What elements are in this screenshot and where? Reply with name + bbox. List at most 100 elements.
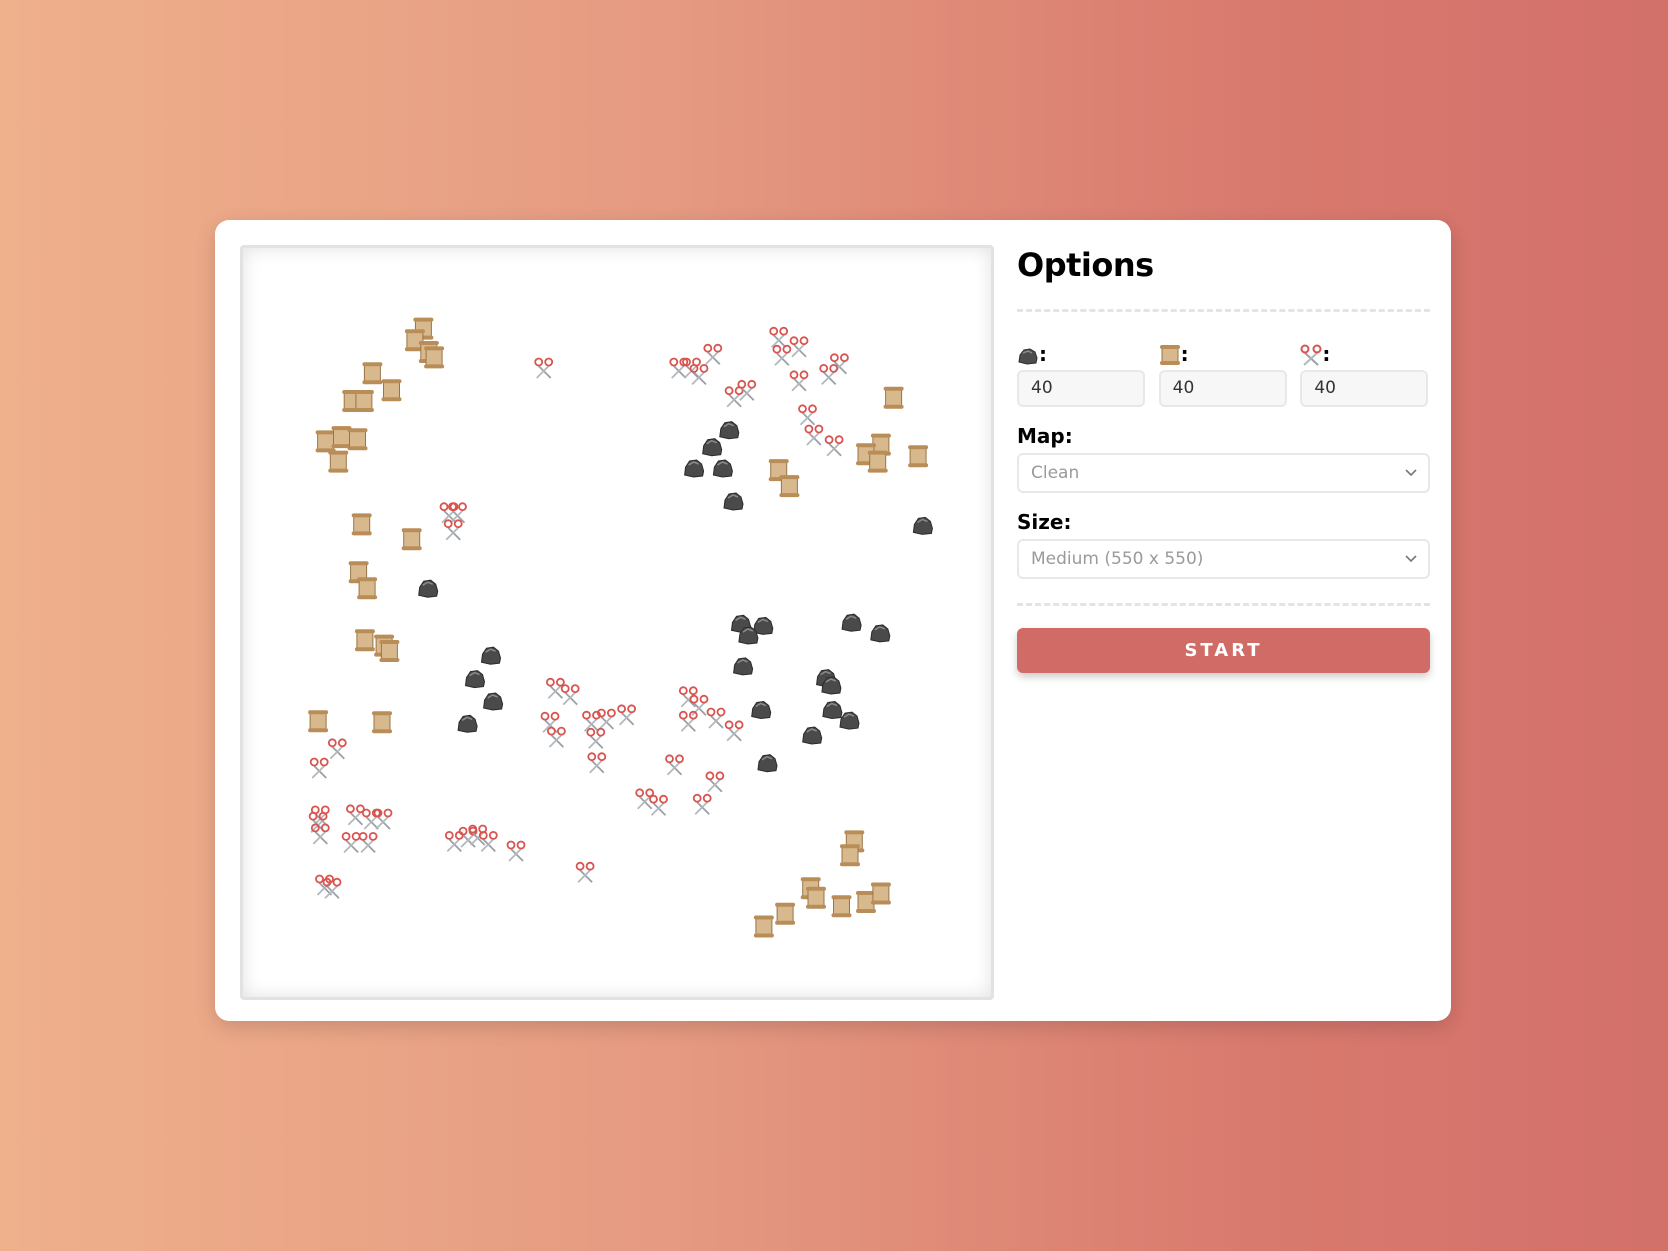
rock-piece [802, 726, 823, 745]
scissors-count-input[interactable]: 40 [1300, 370, 1429, 407]
scroll-piece [883, 386, 904, 409]
scissors-piece [327, 738, 347, 760]
scissors-piece [586, 727, 606, 749]
scroll-piece [347, 428, 368, 451]
scroll-icon [1159, 345, 1180, 365]
map-select[interactable]: Clean [1017, 453, 1430, 493]
scissors-piece [596, 708, 616, 730]
rock-piece [702, 438, 723, 457]
scissors-piece [830, 353, 849, 375]
scissors-piece [665, 754, 684, 776]
scissors-count-group: : 40 [1300, 338, 1430, 407]
scissors-piece [534, 357, 554, 379]
scissors-piece [669, 357, 689, 379]
paper-count-suffix: : [1180, 342, 1189, 366]
scroll-piece [308, 710, 329, 733]
chevron-down-icon [1405, 469, 1417, 477]
rock-piece [712, 459, 733, 478]
scissors-piece [692, 793, 712, 815]
scissors-piece [724, 720, 744, 742]
scroll-piece [354, 629, 375, 652]
rock-piece [483, 692, 504, 711]
scroll-piece [372, 711, 392, 734]
rock-piece [723, 492, 744, 511]
scissors-piece [649, 794, 668, 816]
scroll-piece [779, 475, 800, 498]
scroll-piece [424, 346, 445, 369]
scissors-piece [819, 364, 839, 386]
rock-piece [457, 714, 478, 733]
rock-piece [719, 421, 740, 440]
scroll-piece [315, 430, 336, 453]
scroll-piece [381, 379, 402, 402]
arena-canvas[interactable] [243, 248, 991, 997]
scissors-piece [444, 831, 464, 853]
scissors-piece [804, 424, 824, 446]
scissors-count-suffix: : [1322, 342, 1331, 366]
scissors-piece [506, 840, 526, 862]
rock-piece [822, 700, 843, 720]
scissors-piece [724, 386, 744, 408]
rock-piece [841, 613, 862, 632]
size-select-value: Medium (550 x 550) [1031, 549, 1204, 569]
piece-count-row: : 40 : 40: 40 [1017, 338, 1430, 407]
scroll-piece [840, 844, 860, 867]
scissors-piece [575, 861, 595, 883]
scissors-piece [540, 711, 560, 733]
scissors-piece [373, 808, 393, 830]
scissors-piece [798, 404, 817, 426]
rock-count-label: : [1017, 338, 1147, 366]
rock-piece [733, 657, 754, 676]
scroll-piece [362, 362, 383, 385]
scissors-piece [772, 344, 792, 366]
rock-count-suffix: : [1039, 342, 1047, 366]
options-panel: Options : 40: 40: 40 Map: Clean Size: … [1017, 238, 1430, 673]
divider [1017, 309, 1430, 312]
scissors-piece [358, 832, 378, 854]
scroll-piece [379, 640, 400, 662]
rock-piece [464, 670, 486, 689]
scroll-piece [775, 902, 796, 925]
scissors-piece [361, 808, 381, 830]
game-card: Options : 40: 40: 40 Map: Clean Size: … [215, 220, 1451, 1021]
size-select[interactable]: Medium (550 x 550) [1017, 539, 1430, 579]
scroll-piece [831, 895, 852, 918]
paper-count-group: : 40 [1158, 338, 1289, 407]
size-label: Size: [1017, 510, 1072, 534]
rock-piece [480, 646, 502, 665]
scissors-piece [346, 804, 365, 826]
scissors-icon [1300, 344, 1322, 366]
rock-icon [1018, 348, 1038, 365]
scissors-piece [689, 364, 709, 386]
rock-piece [870, 624, 891, 643]
rock-piece [757, 754, 778, 773]
start-button[interactable]: START [1017, 628, 1430, 673]
scissors-piece [678, 710, 698, 732]
scissors-piece [560, 684, 580, 706]
scissors-piece [824, 435, 844, 457]
options-title: Options [1017, 246, 1154, 284]
scissors-piece [769, 326, 789, 348]
paper-count-input[interactable]: 40 [1158, 370, 1287, 407]
scroll-piece [870, 882, 891, 905]
scroll-piece [401, 528, 422, 551]
scissors-piece [443, 519, 463, 541]
scroll-piece [806, 886, 826, 909]
rock-count-input[interactable]: 40 [1017, 370, 1145, 407]
scroll-piece [353, 390, 374, 412]
rock-count-group: : 40 [1017, 338, 1147, 407]
map-select-value: Clean [1031, 463, 1080, 483]
rock-piece [751, 700, 772, 720]
scissors-piece [737, 379, 757, 401]
chevron-down-icon [1405, 555, 1417, 563]
scissors-piece [705, 771, 725, 793]
scissors-count-label: : [1300, 338, 1430, 366]
scroll-piece [908, 445, 929, 468]
game-arena[interactable] [240, 245, 994, 1000]
scroll-piece [351, 513, 372, 536]
rock-piece [912, 516, 933, 535]
rock-piece [418, 579, 439, 598]
paper-count-label: : [1159, 338, 1289, 366]
scissors-piece [587, 752, 607, 774]
map-label: Map: [1017, 424, 1073, 448]
